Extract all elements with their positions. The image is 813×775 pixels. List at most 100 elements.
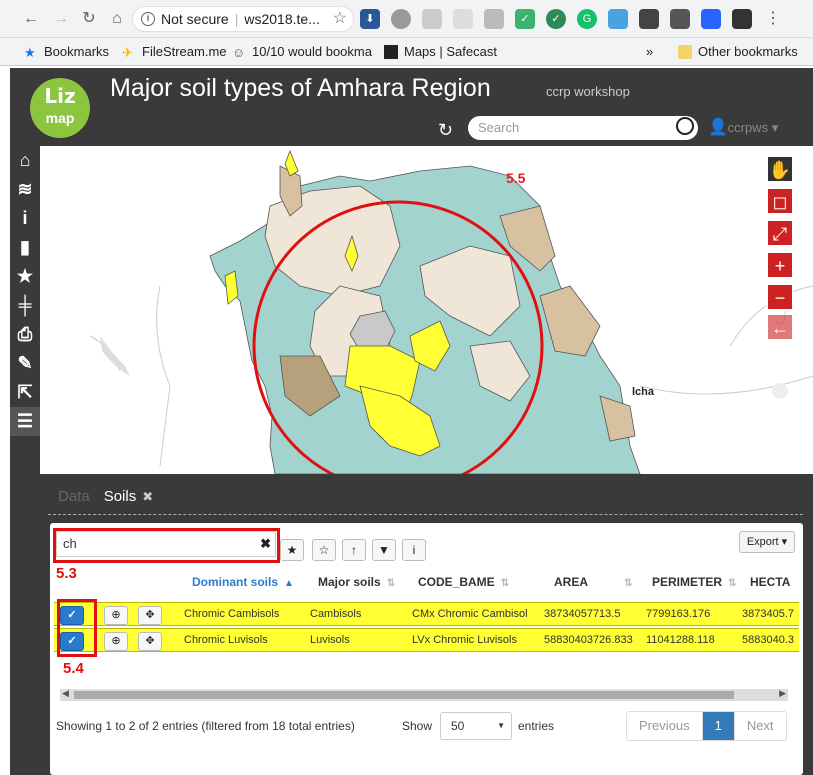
measure-icon[interactable]: ✎ — [10, 349, 40, 378]
zoom-in-icon[interactable]: + — [767, 252, 793, 278]
tab-data[interactable]: Data — [58, 488, 90, 505]
search-input[interactable]: Search — [468, 116, 698, 140]
unselect-icon[interactable]: ☆ — [312, 539, 336, 561]
page-size-select[interactable]: 50 ▼ — [440, 712, 512, 740]
export-button[interactable]: Export ▾ — [739, 531, 795, 553]
center-icon[interactable]: ✥ — [138, 606, 162, 625]
cell: Chromic Luvisols — [184, 634, 268, 646]
attribute-dock: Data Soils ✖ ch ✖ ★ ☆ ↑ ▼ i Export ▾ Domina… — [40, 474, 813, 775]
safecast-icon — [384, 44, 398, 59]
back-icon[interactable]: ← — [20, 8, 42, 30]
zoom-icon[interactable]: ⊕ — [104, 606, 128, 625]
divider — [48, 514, 803, 515]
reload-icon[interactable]: ↻ — [78, 8, 100, 30]
shield-ext-icon[interactable]: ✓ — [515, 9, 535, 29]
cell: 3873405.7 — [742, 608, 794, 620]
col-major-soils[interactable]: Major soils ⇅ — [318, 575, 395, 589]
grammarly-ext-icon[interactable]: G — [577, 9, 597, 29]
home-icon[interactable]: ⌂ — [10, 146, 40, 175]
refresh-icon[interactable]: ↻ — [438, 120, 453, 141]
move-selected-top-icon[interactable]: ↑ — [342, 539, 366, 561]
tab-soils[interactable]: Soils — [104, 488, 137, 505]
horizontal-scrollbar[interactable]: ◀ ▶ — [60, 688, 788, 701]
css-ext-icon[interactable] — [484, 9, 504, 29]
bookmark-item[interactable]: ☺ 10/10 would bookma — [232, 44, 372, 60]
close-icon[interactable]: ✖ — [142, 489, 153, 504]
center-icon[interactable]: ✥ — [138, 632, 162, 651]
menu-dots-icon[interactable]: ⋮ — [763, 9, 783, 29]
bookmark-item[interactable]: Maps | Safecast — [384, 44, 497, 59]
page-ext-icon[interactable] — [453, 9, 473, 29]
url-text: ws2018.te... — [244, 11, 320, 27]
annotation-label: 5.4 — [63, 660, 84, 677]
lake-shape — [100, 336, 130, 376]
cell: 11041288.118 — [646, 634, 715, 646]
bookmark-item[interactable]: ✈ FileStream.me — [122, 44, 227, 60]
zoom-icon[interactable]: ⊕ — [104, 632, 128, 651]
download-ext-icon[interactable]: ⬇ — [360, 9, 380, 29]
star-icon[interactable]: ★ — [10, 262, 40, 291]
sort-icon: ⇅ — [728, 578, 737, 589]
home-icon[interactable]: ⌂ — [106, 8, 128, 30]
left-toolbar: ⌂ ≋ i ▮ ★ ╪ ⎙ ✎ ⇱ ☰ — [10, 146, 40, 775]
attribute-table-icon[interactable]: ☰ — [10, 407, 40, 436]
calendar-ext-icon[interactable] — [701, 9, 721, 29]
bookmark-folder[interactable]: Other bookmarks — [678, 44, 798, 59]
user-menu[interactable]: 👤 ccrpws ▾ — [708, 120, 778, 136]
scroll-left-icon[interactable]: ◀ — [62, 688, 69, 699]
info-icon[interactable]: i — [141, 12, 155, 26]
col-area[interactable]: AREA ⇅ — [554, 575, 632, 589]
previous-extent-icon[interactable]: ← — [767, 314, 793, 340]
cell: 38734057713.5 — [544, 608, 621, 620]
annotation-box-filter — [53, 528, 280, 563]
road-line — [156, 285, 171, 467]
scroll-thumb[interactable] — [74, 691, 734, 699]
table-row[interactable]: ✓ ⊕ ✥ Chromic Cambisols Cambisols CMx Ch… — [54, 602, 799, 626]
col-hecta[interactable]: HECTA — [750, 575, 790, 589]
forward-icon[interactable]: → — [50, 8, 72, 30]
table-row[interactable]: ✓ ⊕ ✥ Chromic Luvisols Luvisols LVx Chro… — [54, 628, 799, 652]
db-ext-icon[interactable] — [391, 9, 411, 29]
chart-icon[interactable]: ▮ — [10, 233, 40, 262]
info-icon[interactable]: i — [10, 204, 40, 233]
mail-ext-icon[interactable] — [670, 9, 690, 29]
annotation-box-select — [57, 599, 97, 657]
pagination: Previous 1 Next — [626, 711, 787, 741]
previous-button[interactable]: Previous — [627, 712, 703, 740]
layers-icon[interactable]: ≋ — [10, 175, 40, 204]
filter-icon[interactable]: ▼ — [372, 539, 396, 561]
bookmarks-overflow[interactable]: » — [646, 44, 653, 59]
zoom-to-selection-icon[interactable]: ★ — [280, 539, 304, 561]
info-icon[interactable]: i — [402, 539, 426, 561]
zoom-out-icon[interactable]: − — [767, 284, 793, 310]
next-button[interactable]: Next — [735, 712, 786, 740]
zoom-box-icon[interactable]: ◻ — [767, 188, 793, 214]
zoom-ext-icon[interactable] — [422, 9, 442, 29]
map-canvas[interactable]: 5.5 lcha ✋ ◻ ⤢ + − ← — [40, 146, 813, 474]
address-bar[interactable]: i Not secure | ws2018.te... ☆ — [132, 6, 354, 32]
bookmark-item[interactable]: ★ Bookmarks — [24, 44, 109, 60]
page-button[interactable]: 1 — [702, 712, 735, 740]
security-label: Not secure — [161, 11, 229, 27]
col-perimeter[interactable]: PERIMETER ⇅ — [652, 575, 736, 589]
zoom-extent-icon[interactable]: ⤢ — [767, 220, 793, 246]
share-icon[interactable]: ⇱ — [10, 378, 40, 407]
lizmap-logo[interactable]: Liz map — [30, 78, 90, 138]
col-dominant-soils[interactable]: Dominant soils ▲ — [192, 575, 294, 589]
scroll-right-icon[interactable]: ▶ — [779, 688, 786, 699]
cell: Chromic Cambisols — [184, 608, 280, 620]
search-icon[interactable] — [676, 117, 694, 135]
soil-map — [89, 149, 813, 474]
col-code-bame[interactable]: CODE_BAME ⇅ — [418, 575, 509, 589]
signpost-icon[interactable]: ╪ — [10, 291, 40, 320]
show-label: Show — [402, 719, 433, 733]
pan-icon[interactable]: ✋ — [767, 156, 793, 182]
pocket-ext-icon[interactable] — [732, 9, 752, 29]
bulb-ext-icon[interactable] — [639, 9, 659, 29]
sort-icon: ⇅ — [386, 578, 396, 589]
cell: 5883040.3 — [742, 634, 794, 646]
check-ext-icon[interactable]: ✓ — [546, 9, 566, 29]
bookmark-star-icon[interactable]: ☆ — [333, 7, 347, 31]
print-icon[interactable]: ⎙ — [10, 320, 40, 349]
cloud-ext-icon[interactable] — [608, 9, 628, 29]
